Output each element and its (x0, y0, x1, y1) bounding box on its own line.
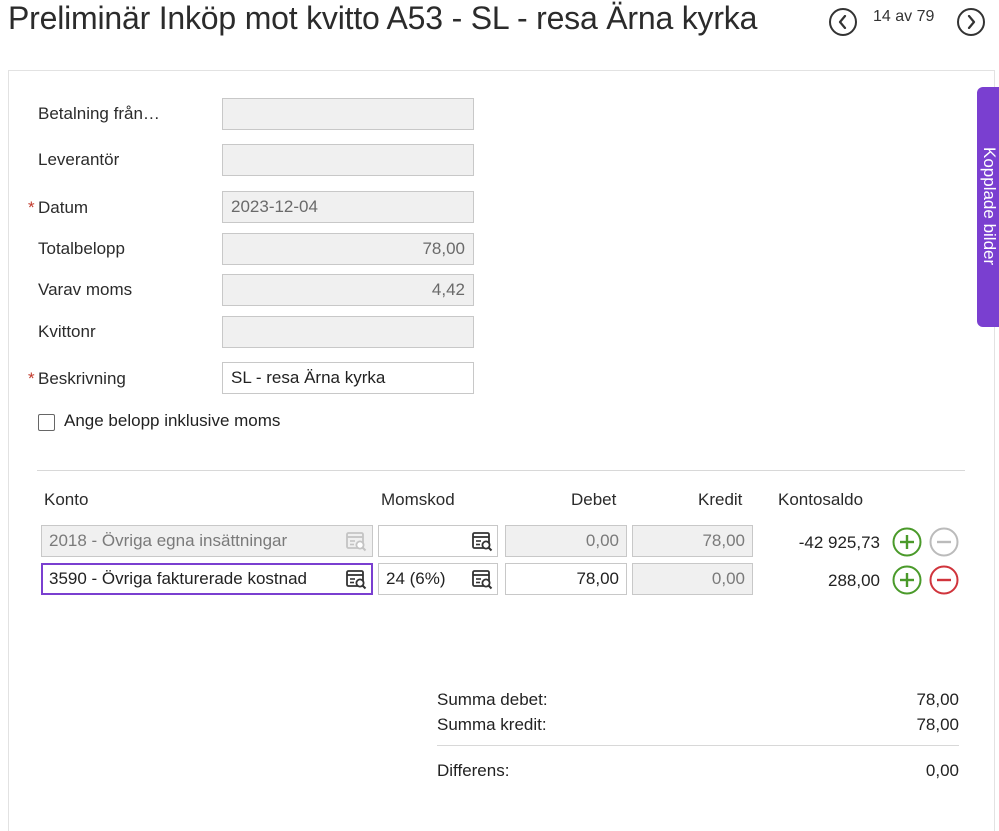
differens-label: Differens: (437, 761, 510, 780)
lookup-icon[interactable] (345, 530, 367, 552)
chevron-left-icon (838, 15, 847, 29)
kredit-field[interactable]: 78,00 (632, 525, 753, 557)
beskrivning-field[interactable]: SL - resa Ärna kyrka (222, 362, 474, 394)
kvittonr-field[interactable] (222, 316, 474, 348)
summa-debet-value: 78,00 (916, 690, 959, 709)
lookup-icon[interactable] (345, 568, 367, 590)
konto-field[interactable]: 3590 - Övriga fakturerade kostnad (41, 563, 373, 595)
differens-value: 0,00 (925, 761, 959, 780)
col-header-konto: Konto (44, 490, 89, 509)
pager-text: 14 av 79 (873, 8, 935, 25)
inkl-moms-checkbox[interactable] (38, 414, 55, 431)
lookup-icon[interactable] (471, 530, 493, 552)
divider (37, 470, 965, 471)
col-header-kontosaldo: Kontosaldo (778, 490, 864, 509)
attached-images-tab-label: Kopplade bilder (980, 147, 999, 266)
betalning-field[interactable] (222, 98, 474, 130)
totalbelopp-field[interactable]: 78,00 (222, 233, 474, 265)
remove-row-button[interactable] (929, 565, 959, 595)
leverantor-label: Leverantör (38, 150, 120, 169)
kontosaldo-value: -42 925,73 (798, 533, 880, 552)
required-mark: * (28, 198, 35, 217)
varav-moms-field[interactable]: 4,42 (222, 274, 474, 306)
col-header-debet: Debet (571, 490, 617, 509)
previous-button[interactable] (829, 8, 857, 36)
varav-moms-label: Varav moms (38, 280, 133, 299)
chevron-right-icon (967, 15, 976, 29)
summa-kredit-label: Summa kredit: (437, 715, 547, 734)
add-row-button[interactable] (892, 527, 922, 557)
kontosaldo-value: 288,00 (828, 571, 880, 590)
datum-field[interactable]: 2023-12-04 (222, 191, 474, 223)
beskrivning-label: Beskrivning (38, 369, 126, 388)
lookup-icon[interactable] (471, 568, 493, 590)
next-button[interactable] (957, 8, 985, 36)
remove-row-button[interactable] (929, 527, 959, 557)
leverantor-field[interactable] (222, 144, 474, 176)
betalning-label: Betalning från… (38, 104, 160, 123)
add-row-button[interactable] (892, 565, 922, 595)
debet-field[interactable]: 0,00 (505, 525, 627, 557)
attached-images-tab[interactable]: Kopplade bilder (977, 87, 999, 327)
datum-label: Datum (38, 198, 89, 217)
debet-field[interactable]: 78,00 (505, 563, 627, 595)
col-header-kredit: Kredit (698, 490, 743, 509)
col-header-momskod: Momskod (381, 490, 455, 509)
kvittonr-label: Kvittonr (38, 322, 96, 341)
summary-divider (437, 745, 959, 746)
konto-field[interactable]: 2018 - Övriga egna insättningar (41, 525, 373, 557)
summa-kredit-value: 78,00 (916, 715, 959, 734)
kredit-field[interactable]: 0,00 (632, 563, 753, 595)
page-title: Preliminär Inköp mot kvitto A53 - SL - r… (8, 0, 758, 36)
summa-debet-label: Summa debet: (437, 690, 548, 709)
required-mark: * (28, 369, 35, 388)
pager: 14 av 79 (829, 4, 999, 36)
totalbelopp-label: Totalbelopp (38, 239, 125, 258)
inkl-moms-label: Ange belopp inklusive moms (64, 411, 281, 430)
